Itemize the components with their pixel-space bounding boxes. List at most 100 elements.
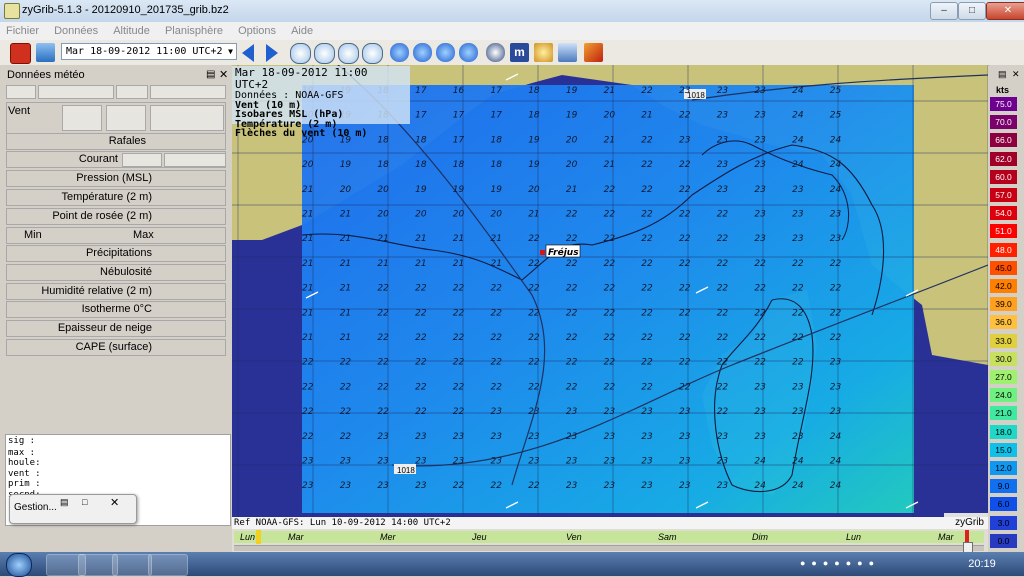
timeline-day: Ven (566, 532, 582, 542)
temperature-value: 24 (830, 481, 842, 491)
temperature-value: 23 (453, 457, 465, 467)
temperature-value: 22 (377, 407, 389, 417)
minimize-button[interactable]: – (930, 2, 958, 20)
vent-value-1 (62, 105, 102, 131)
temperature-value: 22 (604, 284, 616, 294)
menu-altitude[interactable]: Altitude (107, 22, 156, 37)
menu-donnees[interactable]: Données (48, 22, 104, 37)
rocket-icon[interactable] (584, 43, 603, 62)
next-arrow-icon[interactable] (266, 44, 278, 62)
pan-up-icon[interactable] (436, 43, 455, 62)
timeline-track[interactable] (234, 545, 984, 551)
temperature-value: 22 (717, 234, 729, 244)
scale-cell: 75.0 (990, 97, 1017, 111)
close-button[interactable]: ✕ (986, 2, 1024, 20)
temperature-value: 23 (679, 407, 691, 417)
scale-cell: 6.0 (990, 497, 1017, 512)
zoom-in-icon[interactable] (290, 43, 311, 64)
date-selector[interactable]: Mar 18-09-2012 11:00 UTC+2 ▼ (61, 43, 237, 60)
start-button-icon[interactable] (6, 553, 32, 577)
close-panel-icon[interactable]: ✕ (219, 68, 228, 81)
scale-close-icon[interactable]: ✕ (1012, 69, 1020, 80)
menu-fichier[interactable]: Fichier (0, 22, 45, 37)
temperature-value: 23 (340, 481, 352, 491)
temperature-value: 22 (415, 308, 427, 318)
title-bar: zyGrib-5.1.3 - 20120910_201735_grib.bz2 … (0, 0, 1024, 23)
pan-right-icon[interactable] (413, 43, 432, 62)
star-icon[interactable] (534, 43, 553, 62)
zoom-world-icon[interactable] (362, 43, 383, 64)
temperature-value: 24 (830, 160, 842, 170)
timeline-strip[interactable]: Lun Mar Mer Jeu Ven Sam Dim Lun Mar (234, 531, 984, 543)
globe-icon[interactable] (486, 43, 505, 62)
menu-bar: Fichier Données Altitude Planisphère Opt… (0, 22, 1024, 40)
temperature-value: 22 (491, 358, 503, 368)
temperature-value: 22 (792, 259, 804, 269)
close-icon[interactable]: ✕ (110, 496, 119, 509)
maximize-icon[interactable]: □ (82, 497, 87, 507)
temperature-value: 22 (830, 308, 842, 318)
undock-icon[interactable]: ▤ (206, 69, 215, 80)
temperature-value: 21 (340, 284, 351, 294)
temperature-value: 22 (679, 308, 691, 318)
temperature-value: 23 (717, 185, 729, 195)
zygrib-taskbar-icon[interactable] (148, 554, 188, 576)
system-tray-icons[interactable]: ●●●●●●● (800, 558, 950, 570)
pression-label: Pression (MSL) (76, 172, 152, 184)
pan-left-icon[interactable] (390, 43, 409, 62)
temperature-value: 23 (679, 86, 691, 96)
temperature-value: 23 (717, 432, 729, 442)
temperature-value: 24 (792, 135, 804, 145)
temperature-value: 17 (415, 111, 427, 121)
scale-cell: 21.0 (990, 406, 1017, 421)
reference-text: Ref NOAA-GFS: Lun 10-09-2012 14:00 UTC+2 (234, 518, 451, 528)
temperature-value: 22 (679, 259, 691, 269)
coord-field-1 (6, 85, 36, 99)
media-taskbar-icon[interactable] (112, 554, 152, 576)
temperature-value: 24 (754, 457, 766, 467)
panel-title: Données météo (7, 69, 85, 81)
temperature-value: 21 (340, 210, 351, 220)
temperature-value: 22 (679, 185, 691, 195)
temperature-value: 22 (604, 358, 616, 368)
maximize-button[interactable]: □ (958, 2, 986, 20)
timeline-slider[interactable]: Lun Mar Mer Jeu Ven Sam Dim Lun Mar (232, 529, 988, 553)
previous-arrow-icon[interactable] (242, 44, 254, 62)
menu-aide[interactable]: Aide (285, 22, 319, 37)
gestion-window[interactable]: Gestion... ▤ □ ✕ (9, 494, 137, 524)
gestion-label[interactable]: Gestion... (14, 502, 57, 513)
temperature-value: 25 (830, 86, 842, 96)
temperature-value: 17 (453, 135, 465, 145)
timeline-day: Mar (288, 532, 304, 542)
temperature-value: 22 (491, 382, 503, 392)
isobar-label: 1018 (397, 466, 415, 475)
temperature-value: 21 (340, 234, 351, 244)
pan-down-icon[interactable] (459, 43, 478, 62)
temperature-value: 18 (415, 135, 427, 145)
coord-field-2 (38, 85, 114, 99)
open-folder-icon[interactable] (36, 43, 55, 62)
temperature-value: 23 (830, 234, 842, 244)
temperature-value: 22 (453, 382, 465, 392)
scale-cell: 70.0 (990, 115, 1017, 130)
meteotable-icon[interactable]: m (510, 43, 529, 62)
grib-icon[interactable] (558, 43, 577, 62)
temperature-value: 24 (830, 432, 842, 442)
temperature-value: 22 (641, 86, 653, 96)
scale-undock-icon[interactable]: ▤ (998, 69, 1007, 80)
temperature-value: 23 (566, 432, 578, 442)
zoom-out-icon[interactable] (314, 43, 335, 64)
temperature-value: 18 (528, 86, 540, 96)
menu-planisphere[interactable]: Planisphère (159, 22, 229, 37)
temperature-value: 18 (491, 160, 503, 170)
power-icon[interactable] (10, 43, 31, 64)
zoom-fit-icon[interactable] (338, 43, 359, 64)
temperature-value: 22 (830, 284, 842, 294)
coord-field-3 (116, 85, 148, 99)
temperature-value: 24 (792, 111, 804, 121)
restore-icon[interactable]: ▤ (60, 497, 69, 508)
temperature-value: 23 (679, 432, 691, 442)
menu-options[interactable]: Options (232, 22, 282, 37)
temperature-value: 22 (566, 234, 578, 244)
temperature-value: 18 (453, 160, 465, 170)
